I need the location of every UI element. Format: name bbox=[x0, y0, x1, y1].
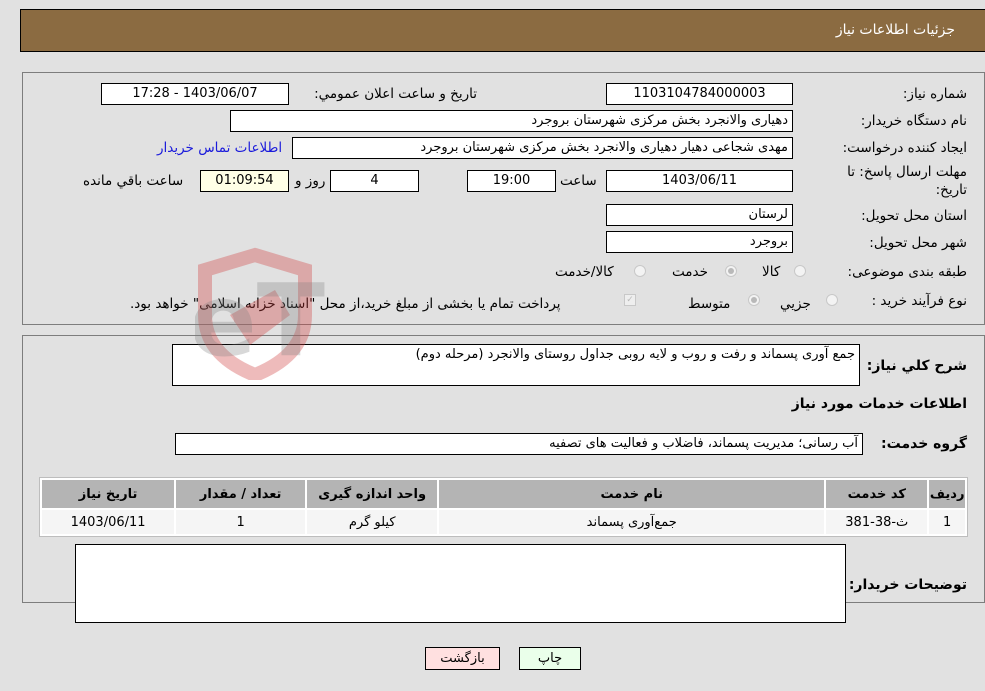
announce-datetime-field: 1403/06/07 - 17:28 bbox=[101, 83, 289, 105]
table-header-row: ردیف کد خدمت نام خدمت واحد اندازه گیری ت… bbox=[42, 480, 965, 508]
cell-quantity: 1 bbox=[176, 510, 306, 534]
buyer-org-label: نام دستگاه خریدار: bbox=[860, 113, 967, 129]
services-table: ردیف کد خدمت نام خدمت واحد اندازه گیری ت… bbox=[39, 477, 968, 537]
province-label: استان محل تحویل: bbox=[861, 208, 967, 224]
category-radio-goods[interactable] bbox=[794, 265, 806, 277]
days-remaining-field: 4 bbox=[330, 170, 419, 192]
category-label: طبقه بندی موضوعی: bbox=[847, 264, 967, 280]
treasury-note: پرداخت تمام یا بخشی از مبلغ خرید،از محل … bbox=[130, 296, 561, 312]
category-service-label: خدمت bbox=[672, 264, 708, 280]
city-label: شهر محل تحویل: bbox=[869, 235, 967, 251]
category-goods-service-label: کالا/خدمت bbox=[555, 264, 614, 280]
process-radio-minor[interactable] bbox=[826, 294, 838, 306]
service-group-field: آب رسانی؛ مدیریت پسماند، فاضلاب و فعالیت… bbox=[175, 433, 863, 455]
cell-unit: کیلو گرم bbox=[307, 510, 438, 534]
time-label: ساعت bbox=[560, 173, 597, 189]
back-button[interactable]: بازگشت bbox=[425, 647, 500, 670]
process-medium-label: متوسط bbox=[688, 296, 731, 312]
city-field: بروجرد bbox=[606, 231, 793, 253]
category-radio-goods-service[interactable] bbox=[634, 265, 646, 277]
remaining-time-label: ساعت باقي مانده bbox=[83, 173, 184, 189]
deadline-time-field: 19:00 bbox=[467, 170, 556, 192]
deadline-label-line2: تاریخ: bbox=[935, 182, 967, 198]
process-label: نوع فرآیند خرید : bbox=[871, 293, 967, 309]
col-unit: واحد اندازه گیری bbox=[307, 480, 438, 508]
col-service-code: کد خدمت bbox=[826, 480, 928, 508]
days-label: روز و bbox=[295, 173, 326, 189]
cell-row-number: 1 bbox=[929, 510, 965, 534]
province-field: لرستان bbox=[606, 204, 793, 226]
need-number-label: شماره نیاز: bbox=[902, 86, 967, 102]
description-label: شرح کلي نياز: bbox=[866, 358, 967, 374]
col-service-name: نام خدمت bbox=[439, 480, 825, 508]
deadline-date-field: 1403/06/11 bbox=[606, 170, 793, 192]
buyer-org-field: دهیاری والانجرد بخش مرکزی شهرستان بروجرد bbox=[230, 110, 793, 132]
buyer-notes-textarea[interactable] bbox=[75, 544, 846, 623]
service-group-label: گروه خدمت: bbox=[881, 436, 967, 452]
page-header: جزئیات اطلاعات نیاز bbox=[20, 9, 985, 52]
remaining-time-field: 01:09:54 bbox=[200, 170, 289, 192]
need-number-field: 1103104784000003 bbox=[606, 83, 793, 105]
category-goods-label: کالا bbox=[762, 264, 781, 280]
print-button[interactable]: چاپ bbox=[519, 647, 581, 670]
treasury-checkbox[interactable]: ✓ bbox=[624, 294, 636, 306]
table-row: 1 ث-38-381 جمع‌آوری پسماند کیلو گرم 1 14… bbox=[42, 510, 965, 534]
buyer-notes-label: توضیحات خریدار: bbox=[848, 577, 967, 593]
deadline-label-line1: مهلت ارسال پاسخ: تا bbox=[847, 164, 967, 180]
creator-label: ایجاد کننده درخواست: bbox=[842, 140, 967, 156]
process-minor-label: جزيي bbox=[780, 296, 811, 312]
cell-service-name: جمع‌آوری پسماند bbox=[439, 510, 825, 534]
cell-service-code: ث-38-381 bbox=[826, 510, 928, 534]
page-title: جزئیات اطلاعات نیاز bbox=[835, 22, 955, 38]
category-radio-service[interactable] bbox=[725, 265, 737, 277]
announce-label: تاریخ و ساعت اعلان عمومي: bbox=[314, 86, 477, 102]
col-quantity: تعداد / مقدار bbox=[176, 480, 306, 508]
process-radio-medium[interactable] bbox=[748, 294, 760, 306]
cell-need-date: 1403/06/11 bbox=[42, 510, 175, 534]
creator-field: مهدی شجاعی دهیار دهیاری والانجرد بخش مرک… bbox=[292, 137, 793, 159]
buyer-contact-link[interactable]: اطلاعات تماس خریدار bbox=[157, 140, 282, 156]
description-textarea[interactable] bbox=[172, 344, 860, 386]
col-need-date: تاریخ نیاز bbox=[42, 480, 175, 508]
col-row-number: ردیف bbox=[929, 480, 965, 508]
services-section-title: اطلاعات خدمات مورد نياز bbox=[791, 396, 967, 412]
